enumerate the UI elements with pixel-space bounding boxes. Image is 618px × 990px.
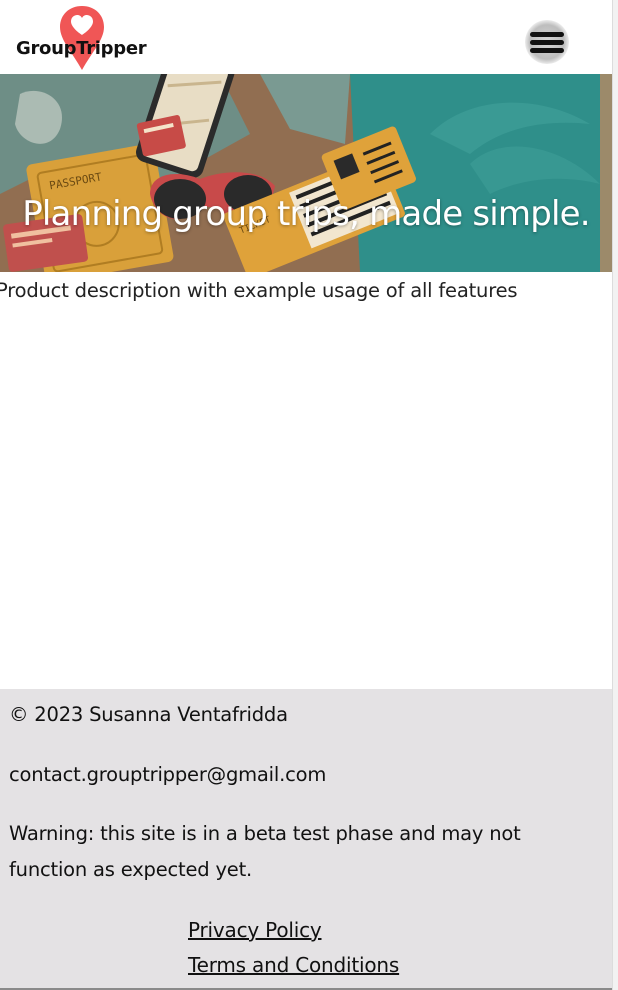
hero-banner: PASSPORT TICKET Planning group trips, ma… [0, 74, 612, 272]
copyright-text: © 2023 Susanna Ventafridda [9, 703, 288, 726]
site-header: GroupTripper [0, 0, 612, 74]
hero-title: Planning group trips, made simple. [22, 194, 590, 234]
privacy-policy-link[interactable]: Privacy Policy [188, 918, 322, 942]
menu-bar [530, 40, 564, 45]
menu-bar [530, 48, 564, 53]
scrollbar[interactable] [612, 0, 618, 990]
contact-email: contact.grouptripper@gmail.com [9, 763, 327, 786]
logo[interactable]: GroupTripper [16, 4, 166, 70]
hamburger-menu-icon [530, 32, 564, 37]
page: GroupTripper PASSPORT TICKET Planning gr… [0, 0, 612, 990]
product-description: Product description with example usage o… [0, 279, 518, 302]
beta-warning: Warning: this site is in a beta test pha… [9, 822, 521, 881]
hero-travel-illustration: PASSPORT TICKET [0, 74, 612, 272]
logo-text: GroupTripper [16, 38, 147, 59]
site-footer: © 2023 Susanna Ventafridda contact.group… [0, 689, 612, 990]
hamburger-menu-button[interactable] [525, 20, 569, 64]
terms-link[interactable]: Terms and Conditions [188, 953, 399, 977]
